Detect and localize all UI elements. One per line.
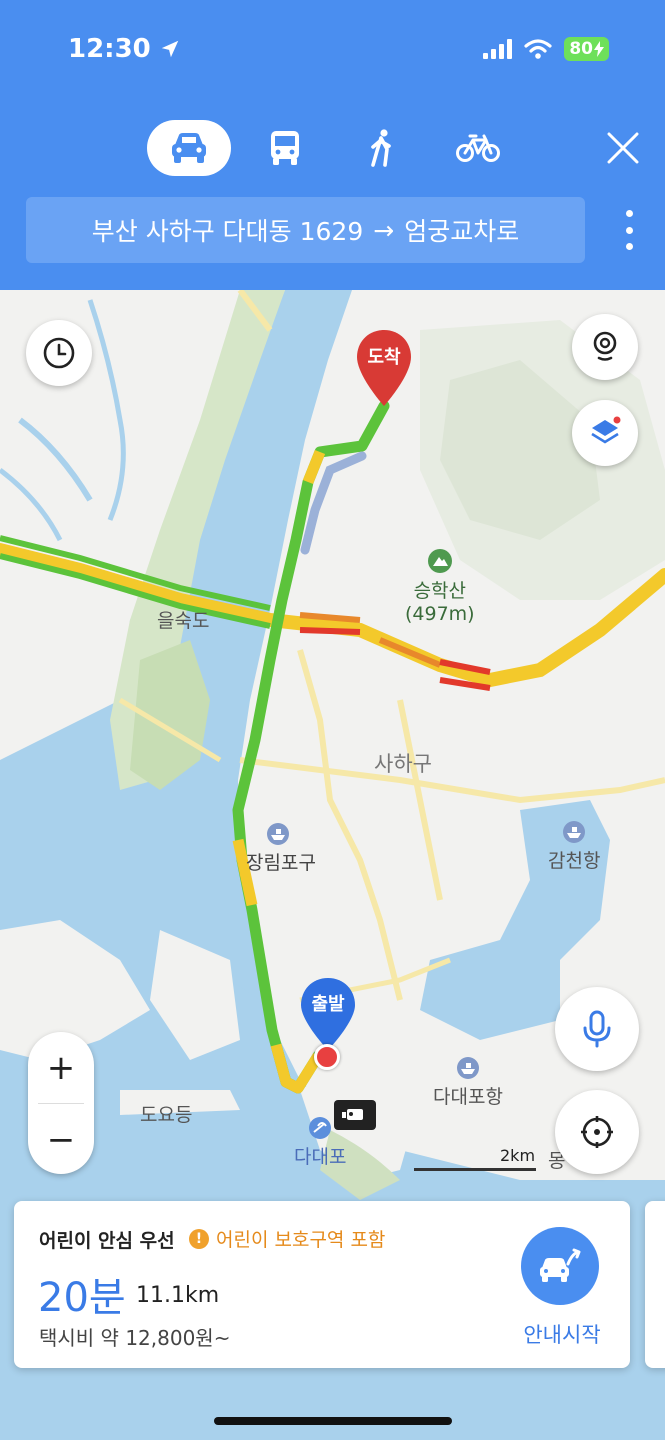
zoom-out-button[interactable]: − (28, 1104, 94, 1175)
status-icons: 80 (483, 37, 609, 61)
destination-pin[interactable]: 도착 (355, 328, 413, 408)
route-arrow: → (373, 215, 395, 245)
more-options-button[interactable] (623, 210, 635, 250)
jangnimpogu-label: 장림포구 (246, 852, 316, 874)
harbor-icon (456, 1057, 479, 1079)
close-icon (607, 132, 639, 164)
status-time: 12:30 (68, 34, 181, 64)
gamcheonhang-label: 감천항 (548, 850, 601, 872)
map-label-gamcheonhang[interactable]: 감천항 (548, 820, 600, 873)
cctv-marker[interactable] (334, 1100, 376, 1130)
map-label-mountain[interactable]: 승학산 (497m) (405, 548, 475, 625)
map-label-dadaepohang[interactable]: 다대포항 (433, 1056, 503, 1109)
route-summary-field[interactable]: 부산 사하구 다대동 1629 → 엄궁교차로 (26, 197, 585, 263)
cellular-signal-icon (483, 39, 513, 59)
zoom-control: + − (28, 1032, 94, 1174)
more-dot (625, 210, 633, 217)
map-label-doyodeung[interactable]: 도요등 (140, 1100, 192, 1127)
wifi-icon (524, 39, 552, 59)
camera-icon (342, 1109, 363, 1120)
map-label-eulsukdo[interactable]: 을숙도 (157, 606, 209, 633)
tab-bike[interactable] (448, 120, 508, 176)
layers-icon (591, 416, 621, 444)
clock-icon (43, 337, 75, 369)
zoom-in-button[interactable]: + (28, 1032, 94, 1103)
harbor-icon (267, 823, 289, 845)
origin-pin[interactable]: 출발 (299, 976, 357, 1052)
mountain-height: (497m) (405, 603, 475, 625)
crosshair-icon (581, 1116, 613, 1148)
warning-icon: ! (189, 1228, 209, 1249)
close-button[interactable] (603, 128, 643, 168)
taxi-fare: 택시비 약 12,800원~ (39, 1326, 231, 1350)
route-option-title: 어린이 안심 우선 (39, 1230, 175, 1252)
start-navigation-label[interactable]: 안내시작 (512, 1319, 612, 1349)
car-icon (172, 133, 206, 163)
battery-level: 80 (569, 39, 593, 59)
walking-icon (371, 129, 391, 167)
map-label-sahagu[interactable]: 사하구 (374, 748, 432, 778)
bus-icon (271, 131, 299, 165)
map-label-jangnimpogu[interactable]: 장림포구 (246, 822, 316, 875)
route-distance: 11.1km (136, 1283, 220, 1308)
bicycle-icon (456, 134, 500, 162)
route-origin: 부산 사하구 다대동 1629 (91, 217, 364, 246)
dadaepo-label: 다대포 (294, 1146, 347, 1168)
header: 12:30 80 부산 사하구 다대동 1629 → 엄궁교차로 (0, 0, 665, 290)
next-route-card[interactable] (645, 1201, 665, 1368)
location-arrow-icon (161, 40, 179, 58)
beach-icon (309, 1117, 332, 1139)
mountain-name: 승학산 (413, 580, 467, 602)
route-destination: 엄궁교차로 (404, 217, 520, 246)
tab-walk[interactable] (352, 120, 412, 176)
voice-search-button[interactable] (555, 987, 639, 1071)
dadaepohang-label: 다대포항 (433, 1086, 503, 1108)
battery-indicator: 80 (564, 37, 609, 61)
map-layers-button[interactable] (572, 400, 638, 466)
tab-car[interactable] (147, 120, 231, 176)
school-zone-warning: ! 어린이 보호구역 포함 (189, 1225, 385, 1252)
more-dot (625, 226, 633, 234)
route-duration: 20분 (38, 1275, 126, 1321)
street-view-button[interactable] (572, 314, 638, 380)
mountain-icon (427, 549, 452, 573)
start-navigation-button[interactable] (521, 1227, 599, 1305)
destination-pin-label: 도착 (367, 347, 401, 368)
scale-bar (414, 1168, 536, 1171)
my-location-button[interactable] (555, 1090, 639, 1174)
travel-mode-tabs (0, 120, 665, 176)
home-indicator[interactable] (214, 1417, 452, 1425)
recent-history-button[interactable] (26, 320, 92, 386)
warning-text: 어린이 보호구역 포함 (216, 1229, 386, 1251)
route-option-card[interactable]: 어린이 안심 우선 ! 어린이 보호구역 포함 20분 11.1km 택시비 약… (14, 1201, 630, 1368)
charging-bolt-icon (594, 41, 604, 57)
harbor-icon (563, 821, 586, 843)
origin-pin-label: 출발 (311, 994, 345, 1015)
origin-dot (314, 1044, 340, 1070)
scale-label: 2km (500, 1146, 536, 1165)
microphone-icon (583, 1010, 611, 1048)
more-dot (625, 243, 633, 250)
navigation-car-icon (540, 1248, 581, 1282)
clock: 12:30 (68, 34, 151, 64)
street-view-icon (593, 331, 617, 361)
tab-bus[interactable] (255, 120, 315, 176)
